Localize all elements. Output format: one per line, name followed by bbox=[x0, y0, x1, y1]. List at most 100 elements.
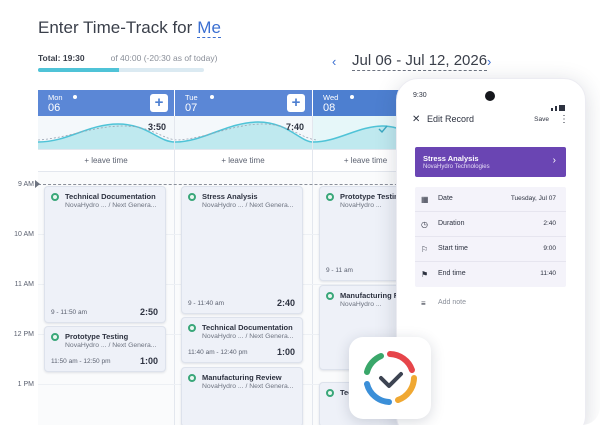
entry-title: Technical Documentation bbox=[202, 323, 293, 332]
project-selector[interactable]: Stress Analysis NovaHydro Technologies › bbox=[415, 147, 566, 177]
entry-title: Technical Documentation bbox=[65, 192, 156, 201]
flag-end-icon: ⚑ bbox=[421, 270, 429, 279]
entry-project: NovaHydro ... / Next Genera... bbox=[202, 202, 294, 209]
app-logo bbox=[349, 337, 431, 419]
entry-title: Prototype Testing bbox=[340, 192, 404, 201]
field-value: 11:40 bbox=[540, 270, 556, 277]
user-selector[interactable]: Me bbox=[197, 18, 221, 38]
chevron-left-icon[interactable]: ‹ bbox=[332, 54, 336, 69]
leave-time-row: + leave time + leave time + leave time bbox=[38, 150, 418, 172]
entry-time-range: 9 - 11:50 am bbox=[51, 309, 88, 316]
status-time: 9:30 bbox=[413, 92, 427, 99]
calendar-icon: ▦ bbox=[421, 195, 429, 204]
project-name: Stress Analysis bbox=[423, 154, 479, 163]
daily-workload-wave: 3:50 7:40 bbox=[38, 116, 418, 150]
entry-time-range: 9 - 11 am bbox=[326, 267, 353, 274]
camera-icon bbox=[485, 91, 495, 101]
entry-status-icon bbox=[326, 193, 334, 201]
day-name: Tue bbox=[185, 93, 198, 102]
entry-time-range: 11:50 am - 12:50 pm bbox=[51, 358, 111, 365]
field-label: Start time bbox=[438, 245, 468, 252]
entry-status-icon bbox=[51, 193, 59, 201]
time-entry-card[interactable]: Prototype Testing NovaHydro ... / Next G… bbox=[44, 326, 166, 372]
entry-status-icon bbox=[51, 333, 59, 341]
time-entry-card[interactable]: Technical Documentation NovaHydro ... / … bbox=[181, 317, 303, 363]
entry-duration: 2:40 bbox=[276, 298, 295, 308]
time-entry-card[interactable]: Stress Analysis NovaHydro ... / Next Gen… bbox=[181, 186, 303, 314]
total-progress-bar bbox=[38, 68, 204, 72]
field-label: Date bbox=[438, 195, 453, 202]
entry-title: Prototype Testing bbox=[65, 332, 129, 341]
day-indicator-dot bbox=[350, 95, 354, 99]
entry-project: NovaHydro ... / Next Genera... bbox=[65, 342, 157, 349]
day-header-tue: Tue 07 + bbox=[175, 90, 312, 116]
add-note-input[interactable]: Add note bbox=[438, 299, 466, 306]
project-client: NovaHydro Technologies bbox=[423, 164, 490, 170]
time-label: 9 AM bbox=[18, 181, 34, 188]
entry-status-icon bbox=[188, 193, 196, 201]
workload-wave-graphic bbox=[38, 116, 418, 149]
entry-project: NovaHydro ... / Next Genera... bbox=[202, 333, 294, 340]
app-frame: Enter Time-Track for Me Total: 19:30 of 40… bbox=[0, 0, 600, 425]
day-number: 06 bbox=[48, 102, 61, 114]
entry-status-icon bbox=[326, 389, 334, 397]
add-entry-button[interactable]: + bbox=[287, 94, 305, 112]
start-time-field[interactable]: ⚐ Start time 9:00 bbox=[415, 237, 566, 262]
field-value: 2:40 bbox=[543, 220, 556, 227]
column-divider bbox=[312, 172, 313, 425]
day-name: Mon bbox=[48, 93, 63, 102]
clock-logo-icon bbox=[364, 351, 417, 405]
clock-icon: ◷ bbox=[421, 220, 428, 229]
more-icon[interactable]: ⋮ bbox=[559, 114, 569, 125]
total-sub: of 40:00 (-20:30 as of today) bbox=[110, 53, 218, 63]
chevron-right-icon: › bbox=[552, 155, 556, 166]
signal-battery-icon bbox=[549, 93, 571, 111]
page-title: Enter Time-Track for Me bbox=[38, 18, 221, 38]
time-entry-card[interactable]: Manufacturing Review NovaHydro ... / Nex… bbox=[181, 367, 303, 425]
field-value: 9:00 bbox=[543, 245, 556, 252]
entry-duration: 1:00 bbox=[276, 347, 295, 357]
total-summary: Total: 19:30 of 40:00 (-20:30 as of today… bbox=[38, 53, 217, 63]
entry-project: NovaHydro ... / Next Genera... bbox=[65, 202, 157, 209]
entry-project: NovaHydro ... bbox=[340, 202, 382, 209]
day-number: 08 bbox=[323, 102, 336, 114]
end-time-field[interactable]: ⚑ End time 11:40 bbox=[415, 262, 566, 287]
date-range[interactable]: Jul 06 - Jul 12, 2026 bbox=[352, 52, 488, 71]
time-label: 11 AM bbox=[14, 281, 34, 288]
entry-status-icon bbox=[188, 374, 196, 382]
add-entry-button[interactable]: + bbox=[150, 94, 168, 112]
entry-time-range: 11:40 am - 12:40 pm bbox=[188, 349, 248, 356]
date-field[interactable]: ▦ Date Tuesday, Jul 07 bbox=[415, 187, 566, 212]
add-leave-time-link[interactable]: + leave time bbox=[175, 156, 311, 165]
entry-status-icon bbox=[188, 324, 196, 332]
entry-title: Stress Analysis bbox=[202, 192, 258, 201]
save-button[interactable]: Save bbox=[534, 116, 549, 123]
add-leave-time-link[interactable]: + leave time bbox=[38, 156, 174, 165]
time-label: 1 PM bbox=[17, 381, 34, 388]
day-indicator-dot bbox=[210, 95, 214, 99]
entry-time-range: 9 - 11:40 am bbox=[188, 300, 225, 307]
entry-duration: 2:50 bbox=[139, 307, 158, 317]
chevron-right-icon[interactable]: › bbox=[487, 54, 491, 69]
column-divider bbox=[174, 172, 175, 425]
time-label: 12 PM bbox=[13, 331, 34, 338]
current-time-marker-icon bbox=[35, 180, 40, 188]
edit-record-title: Edit Record bbox=[427, 114, 475, 124]
day-name: Wed bbox=[323, 93, 339, 102]
flag-start-icon: ⚐ bbox=[421, 245, 429, 254]
column-divider bbox=[312, 150, 313, 171]
note-icon: ≡ bbox=[421, 299, 426, 308]
entry-status-icon bbox=[326, 292, 334, 300]
close-icon[interactable]: ✕ bbox=[412, 114, 420, 125]
day-header-mon: Mon 06 + bbox=[38, 90, 174, 116]
entry-title: Manufacturing Review bbox=[202, 373, 282, 382]
entry-project: NovaHydro ... bbox=[340, 301, 382, 308]
day-total: 3:50 bbox=[148, 122, 167, 132]
day-number: 07 bbox=[185, 102, 198, 114]
field-label: End time bbox=[438, 270, 466, 277]
duration-field[interactable]: ◷ Duration 2:40 bbox=[415, 212, 566, 237]
field-value: Tuesday, Jul 07 bbox=[510, 195, 556, 202]
total-label: Total: 19:30 bbox=[38, 53, 85, 63]
entry-duration: 1:00 bbox=[139, 356, 158, 366]
time-entry-card[interactable]: Technical Documentation NovaHydro ... / … bbox=[44, 186, 166, 323]
